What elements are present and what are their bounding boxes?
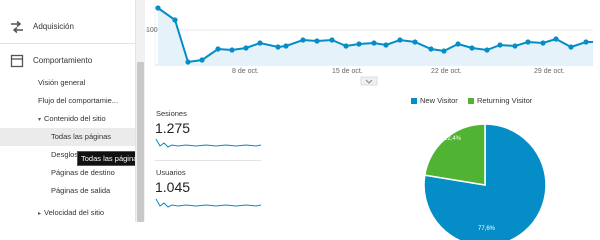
sidebar-item-label: Velocidad del sitio [44, 208, 105, 217]
sidebar-item-overview[interactable]: Visión general [0, 74, 135, 92]
sidebar-nav: Adquisición Comportamiento Visión genera… [0, 0, 135, 222]
line-point[interactable] [568, 44, 574, 50]
nav-section-label: Comportamiento [33, 56, 93, 65]
y-tick-label: 100 [146, 27, 158, 34]
visitor-pie-chart: 77,6% 22,4% [423, 123, 547, 240]
sidebar-item-exit-pages[interactable]: Páginas de salida [0, 182, 135, 200]
sidebar-item-label: Desglos [51, 150, 79, 159]
legend-swatch [468, 97, 474, 104]
line-point[interactable] [275, 44, 281, 50]
line-point[interactable] [257, 40, 263, 46]
sidebar-scrollbar[interactable] [135, 0, 145, 222]
sidebar-item-landing-pages[interactable]: Páginas de destino [0, 164, 135, 182]
overview-line-chart [145, 0, 593, 86]
line-point[interactable] [412, 39, 418, 45]
metric-value-sessions: 1.275 [155, 120, 191, 136]
line-point[interactable] [155, 5, 161, 11]
line-point[interactable] [172, 17, 178, 23]
line-point[interactable] [229, 47, 235, 53]
line-area-fill [158, 8, 593, 65]
legend-item-new-visitor[interactable]: New Visitor [411, 96, 458, 105]
line-point[interactable] [356, 41, 362, 47]
caret-right-icon: ▸ [38, 211, 42, 217]
sidebar-item-site-content[interactable]: ▾ Contenido del sitio [0, 110, 135, 128]
line-point[interactable] [512, 43, 518, 49]
sidebar-item-site-speed[interactable]: ▸ Velocidad del sitio [0, 204, 135, 222]
line-point[interactable] [343, 43, 349, 49]
line-point[interactable] [185, 59, 191, 65]
line-point[interactable] [329, 37, 335, 43]
line-point[interactable] [199, 57, 205, 63]
pie-slice-returning-visitor[interactable] [423, 123, 486, 186]
behavior-page-icon [10, 54, 24, 68]
scrollbar-thumb[interactable] [137, 62, 144, 222]
users-sparkline [155, 198, 262, 208]
metric-divider [155, 160, 261, 161]
line-point[interactable] [497, 42, 503, 48]
line-point[interactable] [371, 40, 377, 46]
sidebar-item-behavior-flow[interactable]: Flujo del comportamie... [0, 92, 135, 110]
line-point[interactable] [553, 36, 559, 42]
sidebar-item-label: Visión general [38, 78, 86, 87]
line-point[interactable] [314, 38, 320, 44]
acquisition-arrows-icon [11, 20, 23, 34]
sidebar-item-all-pages[interactable]: Todas las páginas [0, 128, 135, 146]
legend-swatch [411, 97, 417, 104]
line-point[interactable] [455, 41, 461, 47]
line-point[interactable] [525, 39, 531, 45]
x-tick-label: 15 de oct. [332, 68, 363, 75]
sessions-sparkline [155, 138, 262, 148]
metric-label-sessions: Sesiones [156, 109, 187, 118]
line-point[interactable] [469, 45, 475, 51]
line-point[interactable] [397, 37, 403, 43]
legend-item-returning-visitor[interactable]: Returning Visitor [468, 96, 532, 105]
sidebar-item-label: Todas las páginas [51, 132, 112, 141]
legend-label: Returning Visitor [477, 96, 533, 105]
sidebar-item-label: Contenido del sitio [44, 114, 106, 123]
line-point[interactable] [383, 42, 389, 48]
pie-slice-label: 22,4% [444, 136, 462, 142]
chart-collapse-handle[interactable] [360, 76, 378, 86]
divider [0, 43, 135, 44]
x-tick-label: 29 de oct. [534, 68, 565, 75]
sidebar-item-label: Flujo del comportamie... [38, 96, 119, 105]
nav-section-behavior[interactable]: Comportamiento [0, 46, 135, 76]
nav-section-acquisition[interactable]: Adquisición [0, 12, 135, 42]
line-point[interactable] [540, 40, 546, 46]
line-point[interactable] [215, 46, 221, 52]
line-point[interactable] [484, 47, 490, 53]
line-point[interactable] [428, 46, 434, 52]
nav-section-label: Adquisición [33, 22, 74, 31]
line-point[interactable] [441, 48, 447, 54]
line-point[interactable] [583, 39, 589, 45]
metric-label-users: Usuarios [156, 168, 186, 177]
sidebar-item-label: Páginas de salida [51, 186, 111, 195]
line-point[interactable] [243, 45, 249, 51]
line-point[interactable] [283, 43, 289, 49]
line-point[interactable] [300, 37, 306, 43]
x-tick-label: 22 de oct. [431, 68, 462, 75]
x-tick-label: 8 de oct. [232, 68, 259, 75]
pie-slice-label: 77,6% [478, 226, 496, 232]
metric-value-users: 1.045 [155, 179, 191, 195]
sidebar-item-label: Páginas de destino [51, 168, 115, 177]
report-main: 100 8 de oct. 15 de oct. 22 de oct. 29 d… [145, 0, 600, 240]
legend-label: New Visitor [420, 96, 458, 105]
caret-down-icon: ▾ [38, 117, 42, 123]
